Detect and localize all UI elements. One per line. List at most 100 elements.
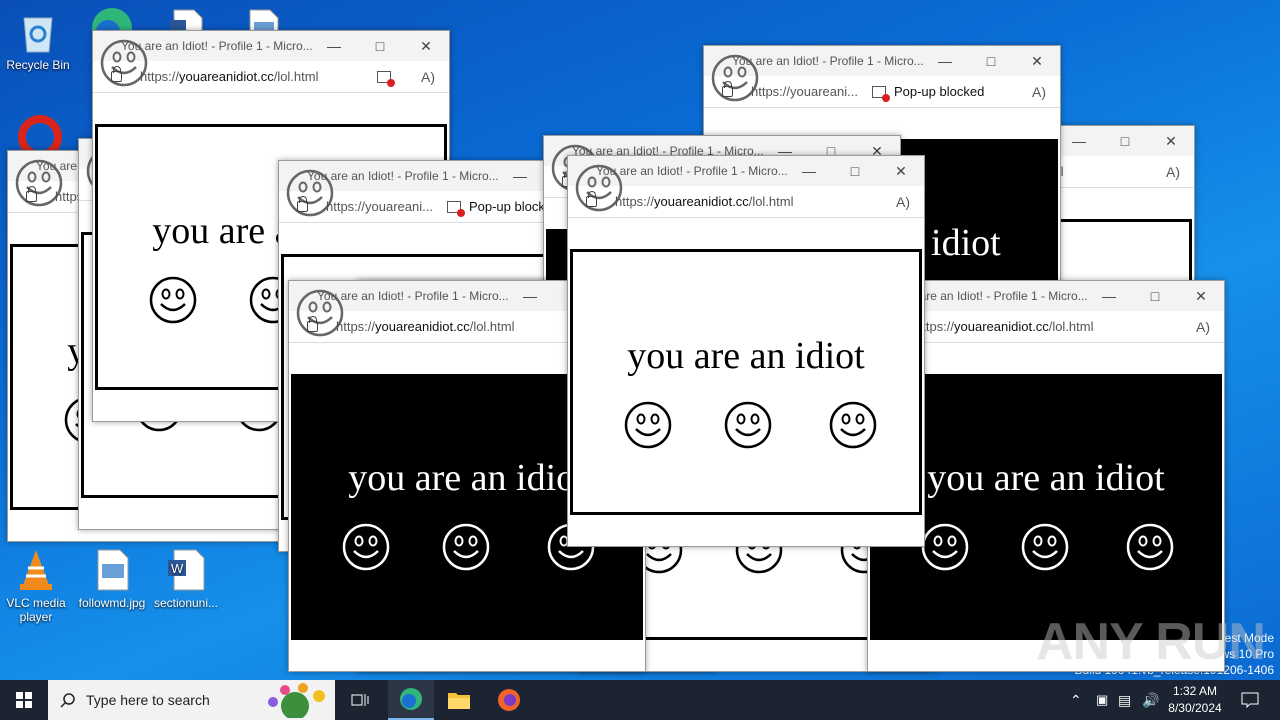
smiley-favicon-icon: [550, 143, 599, 192]
task-view-icon: [351, 694, 369, 706]
minimize-button[interactable]: —: [922, 46, 968, 76]
start-button[interactable]: [0, 680, 48, 720]
smiley-icon: [623, 400, 673, 450]
popup-blocked-icon[interactable]: [377, 70, 395, 87]
maximize-button[interactable]: □: [1102, 126, 1148, 156]
action-center-button[interactable]: [1232, 680, 1268, 720]
url-truncated: https://youareani...: [751, 84, 858, 99]
read-aloud-icon[interactable]: A): [1032, 84, 1046, 100]
lock-icon: [586, 191, 597, 207]
page-content: you are an idiot: [570, 249, 922, 515]
task-view-button[interactable]: [345, 680, 375, 720]
desktop-icon-recycle-bin[interactable]: Recycle Bin: [0, 10, 76, 72]
search-highlight-icon: [268, 683, 325, 718]
smiley-favicon-icon: [14, 158, 63, 207]
popup-blocked-label: Pop-up blocked: [893, 84, 985, 99]
read-aloud-icon[interactable]: A): [421, 69, 435, 85]
address-bar[interactable]: https://youareanidiot.cc/lol.html A): [568, 186, 924, 218]
anyrun-watermark: ANY RUN: [1036, 613, 1266, 671]
taskbar-search-box[interactable]: Type here to search: [48, 680, 335, 720]
desktop-icon-label: Recycle Bin: [6, 58, 70, 72]
minimize-button[interactable]: —: [497, 161, 543, 191]
desktop-icon-sectionuni[interactable]: W sectionuni...: [148, 548, 224, 610]
browser-window[interactable]: You are an Idiot! - Profile 1 - Micro...…: [567, 155, 925, 547]
search-icon: [60, 693, 75, 708]
url-truncated: https://youareani...: [326, 199, 433, 214]
url-domain: youareanidiot.cc: [375, 319, 470, 334]
desktop-icon-followmd[interactable]: followmd.jpg: [74, 548, 150, 610]
taskbar-firefox[interactable]: [486, 680, 532, 720]
smiley-icon: [441, 522, 491, 572]
tray-overflow-chevron-icon[interactable]: ⌃: [1070, 692, 1082, 709]
lock-icon: [722, 81, 733, 97]
url-scheme: https://: [336, 319, 376, 334]
maximize-button[interactable]: □: [968, 46, 1014, 76]
window-title: You are an Idiot! - Profile 1 - Micro...: [317, 289, 509, 303]
popup-blocked-button[interactable]: Pop-up blocked: [871, 84, 985, 102]
desktop-icon-vlc[interactable]: VLC media player: [0, 548, 74, 624]
smiley-icon: [148, 275, 198, 325]
word-document-icon: W: [166, 548, 206, 592]
folder-icon: [448, 693, 470, 709]
minimize-button[interactable]: —: [1086, 281, 1132, 311]
read-aloud-icon[interactable]: A): [1166, 164, 1180, 180]
close-button[interactable]: ✕: [1178, 281, 1224, 311]
notification-icon: [1241, 692, 1259, 708]
title-bar[interactable]: You are an Idiot! - Profile 1 - Micro...…: [93, 31, 449, 87]
close-button[interactable]: ✕: [1014, 46, 1060, 76]
address-bar[interactable]: https://youareanidiot.cc/lol.html A): [93, 61, 449, 93]
lock-icon: [307, 316, 318, 332]
window-title: You are an Idiot! - Profile 1 - Micro...: [121, 39, 313, 53]
close-button[interactable]: ✕: [1148, 126, 1194, 156]
url-scheme: https://: [140, 69, 180, 84]
vlc-icon: [16, 548, 56, 592]
maximize-button[interactable]: □: [357, 31, 403, 61]
taskbar-file-explorer[interactable]: [436, 680, 482, 720]
popup-blocked-icon: [446, 200, 465, 217]
close-button[interactable]: ✕: [878, 156, 924, 186]
smiley-favicon-icon: [285, 168, 334, 217]
taskbar: Type here to search ⌃ ▣ ▤ 🔊 1:32 AM 8/30…: [0, 680, 1280, 720]
smiley-favicon-icon: [574, 163, 623, 212]
url-path: /lol.html: [273, 69, 319, 84]
window-title: You are an Idiot! - Profile 1 - Micro...: [596, 164, 788, 178]
search-placeholder: Type here to search: [86, 692, 210, 708]
maximize-button[interactable]: □: [1132, 281, 1178, 311]
title-bar[interactable]: You are an Idiot! - Profile 1 - Micro...…: [568, 156, 924, 212]
url-domain: youareanidiot.cc: [954, 319, 1049, 334]
title-bar[interactable]: You are an Idiot! - Profile 1 - Micro...…: [704, 46, 1060, 102]
window-title: You are an Idiot! - Profile 1 - Micro...: [307, 169, 499, 183]
popup-blocked-icon: [871, 85, 890, 102]
read-aloud-icon[interactable]: A): [896, 194, 910, 210]
volume-icon[interactable]: 🔊: [1142, 692, 1159, 709]
read-aloud-icon[interactable]: A): [1196, 319, 1210, 335]
smiley-icon: [723, 400, 773, 450]
svg-text:W: W: [171, 561, 184, 576]
page-text: you are an idiot: [627, 335, 865, 377]
minimize-button[interactable]: —: [507, 281, 553, 311]
desktop-icon-label: followmd.jpg: [78, 596, 146, 610]
clock[interactable]: 1:32 AM 8/30/2024: [1164, 683, 1226, 717]
url-path: /lol.html: [1048, 319, 1094, 334]
network-icon[interactable]: ▤: [1118, 692, 1131, 709]
address-bar[interactable]: https://youareani... Pop-up blocked A): [704, 76, 1060, 108]
image-file-icon: [92, 548, 132, 592]
minimize-button[interactable]: —: [786, 156, 832, 186]
close-button[interactable]: ✕: [403, 31, 449, 61]
url-scheme: https://: [615, 194, 655, 209]
smiley-favicon-icon: [99, 38, 148, 87]
window-title: You are an Idiot! - Profile 1 - Micro...: [732, 54, 924, 68]
smiley-icon: [1020, 522, 1070, 572]
windows-logo-icon: [16, 692, 32, 708]
recycle-bin-icon: [18, 10, 58, 54]
url-path: /lol.html: [469, 319, 515, 334]
minimize-button[interactable]: —: [1056, 126, 1102, 156]
meet-now-icon[interactable]: ▣: [1096, 692, 1108, 708]
maximize-button[interactable]: □: [832, 156, 878, 186]
edge-icon: [400, 688, 422, 710]
url-domain: youareanidiot.cc: [179, 69, 274, 84]
minimize-button[interactable]: —: [311, 31, 357, 61]
taskbar-edge[interactable]: [388, 680, 434, 720]
desktop-icon-label: VLC media player: [6, 596, 66, 624]
smiley-icon: [341, 522, 391, 572]
